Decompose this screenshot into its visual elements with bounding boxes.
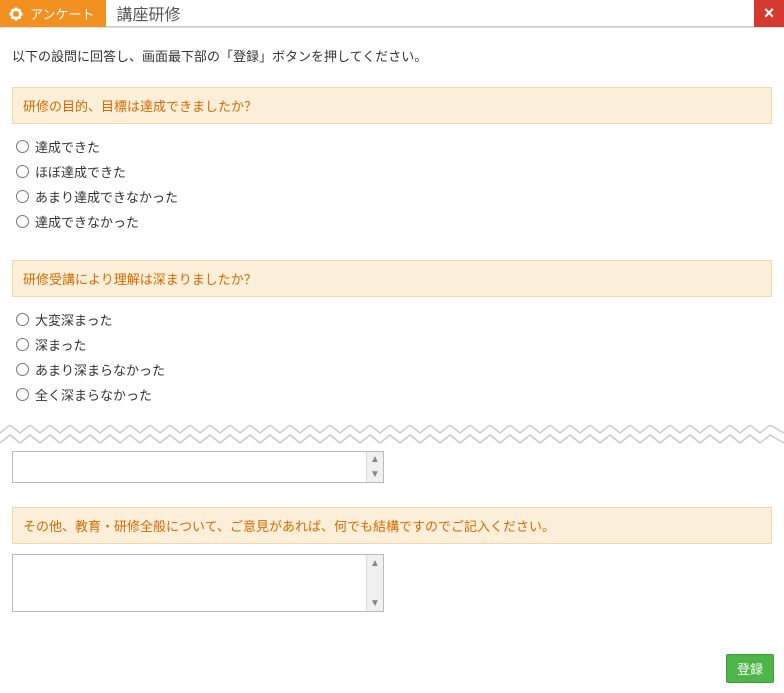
question-block-2: 研修受講により理解は深まりましたか？ 大変深まった 深まった あまり深まらなかっ… [12,260,772,407]
freeform-textarea[interactable]: ▲ ▼ [12,554,384,612]
radio-input[interactable] [16,338,29,351]
radio-input[interactable] [16,190,29,203]
scroll-up-icon[interactable]: ▲ [367,555,383,571]
content-area: 以下の設問に回答し、画面最下部の「登録」ボタンを押してください。 研修の目的、目… [0,28,784,648]
option-label: あまり達成できなかった [35,187,178,206]
options-group: 達成できた ほぼ達成できた あまり達成できなかった 達成できなかった [12,134,772,234]
option-label: 全く深まらなかった [35,385,152,404]
title-tab: アンケート [0,0,106,27]
register-button[interactable]: 登録 [726,654,774,683]
tab-label: アンケート [30,4,94,23]
close-button[interactable]: × [754,0,784,27]
options-group: 大変深まった 深まった あまり深まらなかった 全く深まらなかった [12,307,772,407]
radio-option[interactable]: 大変深まった [16,307,772,332]
truncated-textarea[interactable]: ▲ ▼ [12,451,384,483]
radio-option[interactable]: あまり深まらなかった [16,357,772,382]
radio-input[interactable] [16,165,29,178]
radio-option[interactable]: 達成できた [16,134,772,159]
question-prompt: 研修の目的、目標は達成できましたか？ [12,87,772,124]
radio-option[interactable]: 達成できなかった [16,209,772,234]
scroll-down-icon[interactable]: ▼ [367,467,383,482]
radio-input[interactable] [16,388,29,401]
radio-input[interactable] [16,140,29,153]
flower-icon [8,6,24,22]
question-prompt: 研修受講により理解は深まりましたか？ [12,260,772,297]
scrollbar[interactable]: ▲ ▼ [366,452,383,482]
radio-input[interactable] [16,215,29,228]
radio-input[interactable] [16,363,29,376]
scroll-down-icon[interactable]: ▼ [367,595,383,611]
scroll-up-icon[interactable]: ▲ [367,452,383,467]
truncation-indicator [0,425,784,447]
radio-input[interactable] [16,313,29,326]
instruction-text: 以下の設問に回答し、画面最下部の「登録」ボタンを押してください。 [12,46,772,65]
question-prompt: その他、教育・研修全般について、ご意見があれば、何でも結構ですのでご記入ください… [12,507,772,544]
radio-option[interactable]: 深まった [16,332,772,357]
page-title: 講座研修 [106,0,754,27]
option-label: 深まった [35,335,86,354]
question-block-freeform: その他、教育・研修全般について、ご意見があれば、何でも結構ですのでご記入ください… [12,507,772,612]
textarea-input[interactable] [13,452,366,482]
close-icon: × [764,3,775,24]
option-label: 大変深まった [35,310,112,329]
question-block-1: 研修の目的、目標は達成できましたか？ 達成できた ほぼ達成できた あまり達成でき… [12,87,772,234]
option-label: 達成できなかった [35,212,139,231]
option-label: あまり深まらなかった [35,360,165,379]
option-label: 達成できた [35,137,100,156]
scrollbar[interactable]: ▲ ▼ [366,555,383,611]
radio-option[interactable]: 全く深まらなかった [16,382,772,407]
radio-option[interactable]: あまり達成できなかった [16,184,772,209]
footer: 登録 [0,648,784,693]
textarea-input[interactable] [13,555,366,611]
title-bar: アンケート 講座研修 × [0,0,784,28]
option-label: ほぼ達成できた [35,162,126,181]
radio-option[interactable]: ほぼ達成できた [16,159,772,184]
